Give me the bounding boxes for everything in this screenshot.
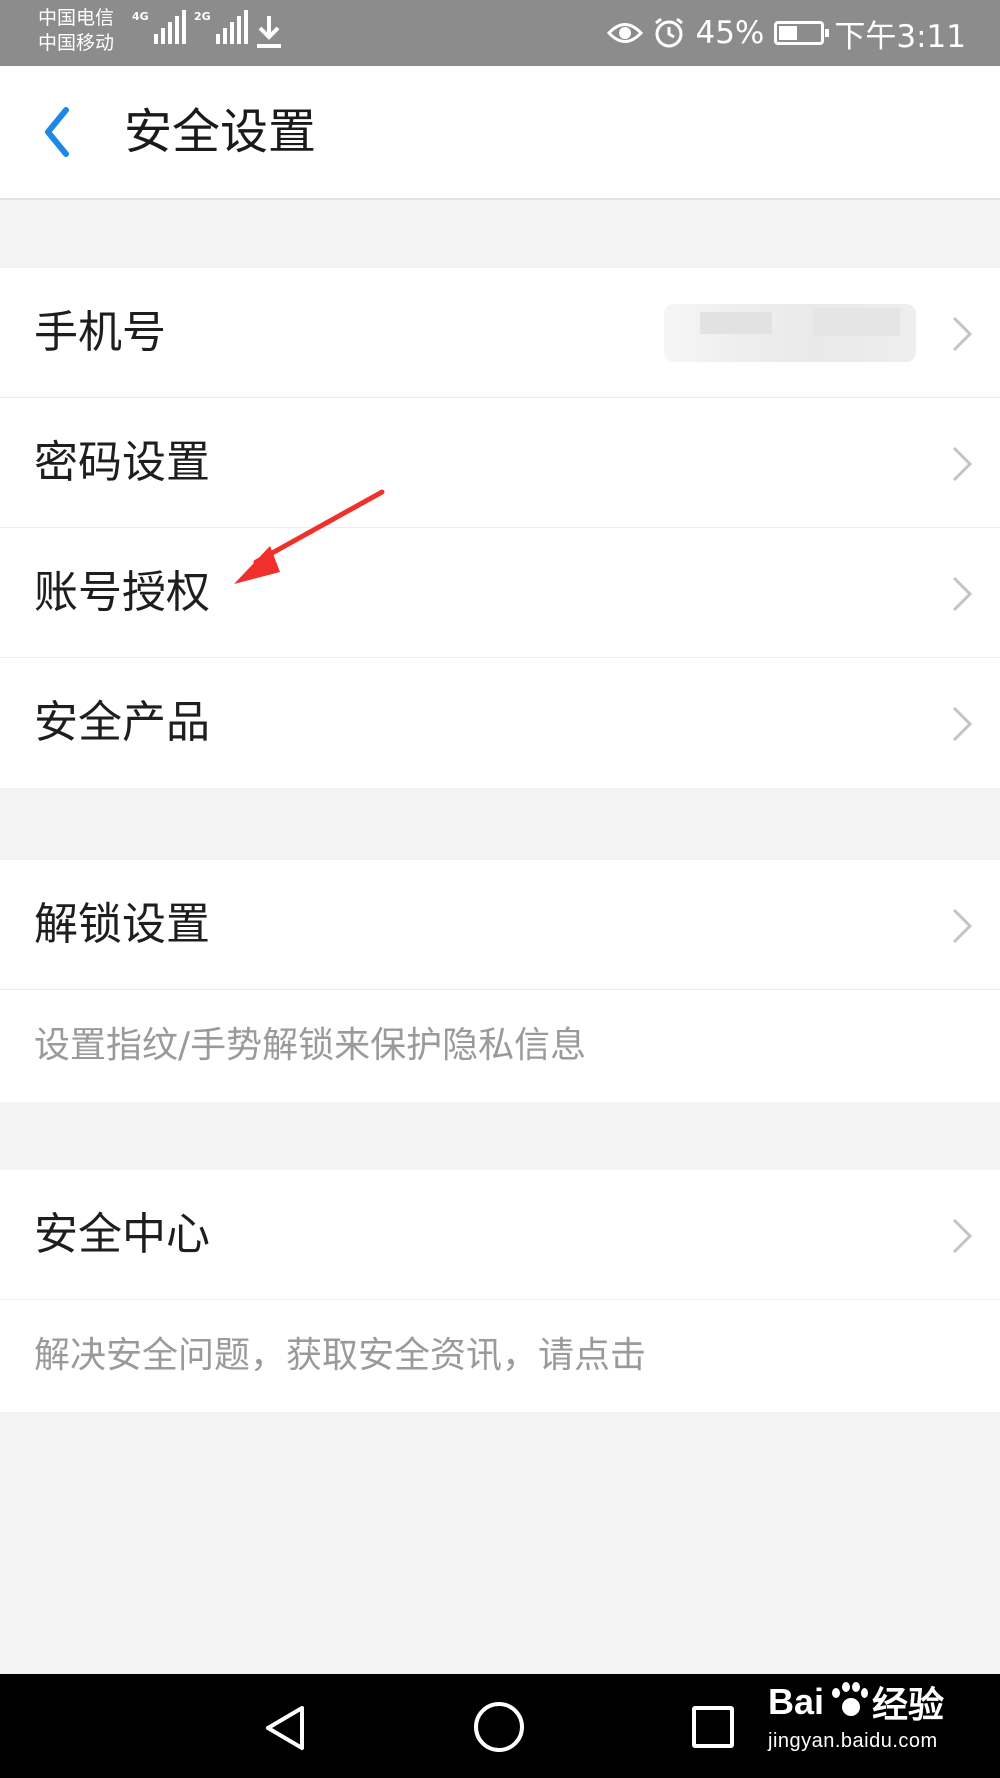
carrier-2: 中国移动 <box>38 32 115 54</box>
app-header: 安全设置 <box>0 66 1000 200</box>
redacted-phone-value <box>664 304 916 362</box>
watermark-brand: Bai 经验 <box>768 1676 944 1728</box>
network-type-1: 4G <box>132 10 149 23</box>
alarm-icon <box>655 17 684 48</box>
settings-group-security-center: 安全中心 解决安全问题，获取安全资讯，请点击 <box>0 1170 1000 1412</box>
chevron-right-icon <box>952 706 973 742</box>
chevron-right-icon <box>952 446 973 482</box>
row-label: 账号授权 <box>34 567 210 618</box>
row-label: 安全中心 <box>34 1209 210 1260</box>
system-nav-bar: Bai 经验 jingyan.baidu.com <box>0 1674 1000 1778</box>
recent-square-icon[interactable] <box>692 1706 734 1748</box>
baidu-jingyan-watermark: Bai 经验 jingyan.baidu.com <box>768 1676 944 1753</box>
battery-icon <box>774 21 830 45</box>
row-unlock-settings[interactable]: 解锁设置 <box>0 860 1000 990</box>
eye-icon <box>607 23 644 43</box>
carrier-info: 中国电信 中国移动 <box>38 6 114 56</box>
battery-percent: 45% <box>695 15 765 51</box>
status-right: 45% 下午3:11 <box>607 10 966 56</box>
chevron-left-icon <box>45 107 69 157</box>
row-label: 手机号 <box>34 307 166 358</box>
row-label: 安全产品 <box>34 697 210 748</box>
watermark-brand-prefix: Bai <box>768 1681 825 1722</box>
watermark-brand-suffix: 经验 <box>872 1684 945 1725</box>
back-button[interactable] <box>34 102 80 162</box>
row-phone-number[interactable]: 手机号 <box>0 268 1000 398</box>
settings-group-account: 手机号 密码设置 账号授权 安全产品 <box>0 268 1000 788</box>
watermark-url: jingyan.baidu.com <box>768 1730 938 1752</box>
clock: 下午3:11 <box>834 18 966 55</box>
status-bar: 中国电信 中国移动 4G 2G 45% 下午3:11 <box>0 0 1000 66</box>
chevron-right-icon <box>952 576 973 612</box>
red-arrow-annotation <box>234 489 385 584</box>
row-security-center[interactable]: 安全中心 <box>0 1170 1000 1300</box>
paw-icon <box>828 1682 869 1722</box>
network-type-2: 2G <box>194 10 211 23</box>
row-account-authorization[interactable]: 账号授权 <box>0 528 1000 658</box>
security-center-description[interactable]: 解决安全问题，获取安全资讯，请点击 <box>0 1300 1000 1412</box>
row-security-products[interactable]: 安全产品 <box>0 658 1000 788</box>
chevron-right-icon <box>952 908 973 944</box>
row-label: 密码设置 <box>34 437 210 488</box>
row-label: 解锁设置 <box>34 899 210 950</box>
settings-group-unlock: 解锁设置 设置指纹/手势解锁来保护隐私信息 <box>0 860 1000 1102</box>
home-circle-icon[interactable] <box>474 1702 524 1752</box>
download-icon <box>257 16 281 48</box>
page-title: 安全设置 <box>124 104 317 160</box>
row-password-settings[interactable]: 密码设置 <box>0 398 1000 528</box>
chevron-right-icon <box>952 1218 973 1254</box>
chevron-right-icon <box>952 316 973 352</box>
battery-level <box>779 26 798 40</box>
signal-icon-1: 4G <box>132 10 186 44</box>
carrier-1: 中国电信 <box>38 7 115 29</box>
back-triangle-icon[interactable] <box>262 1704 308 1752</box>
unlock-description: 设置指纹/手势解锁来保护隐私信息 <box>34 1025 587 1066</box>
signal-icon-2: 2G <box>194 10 248 44</box>
